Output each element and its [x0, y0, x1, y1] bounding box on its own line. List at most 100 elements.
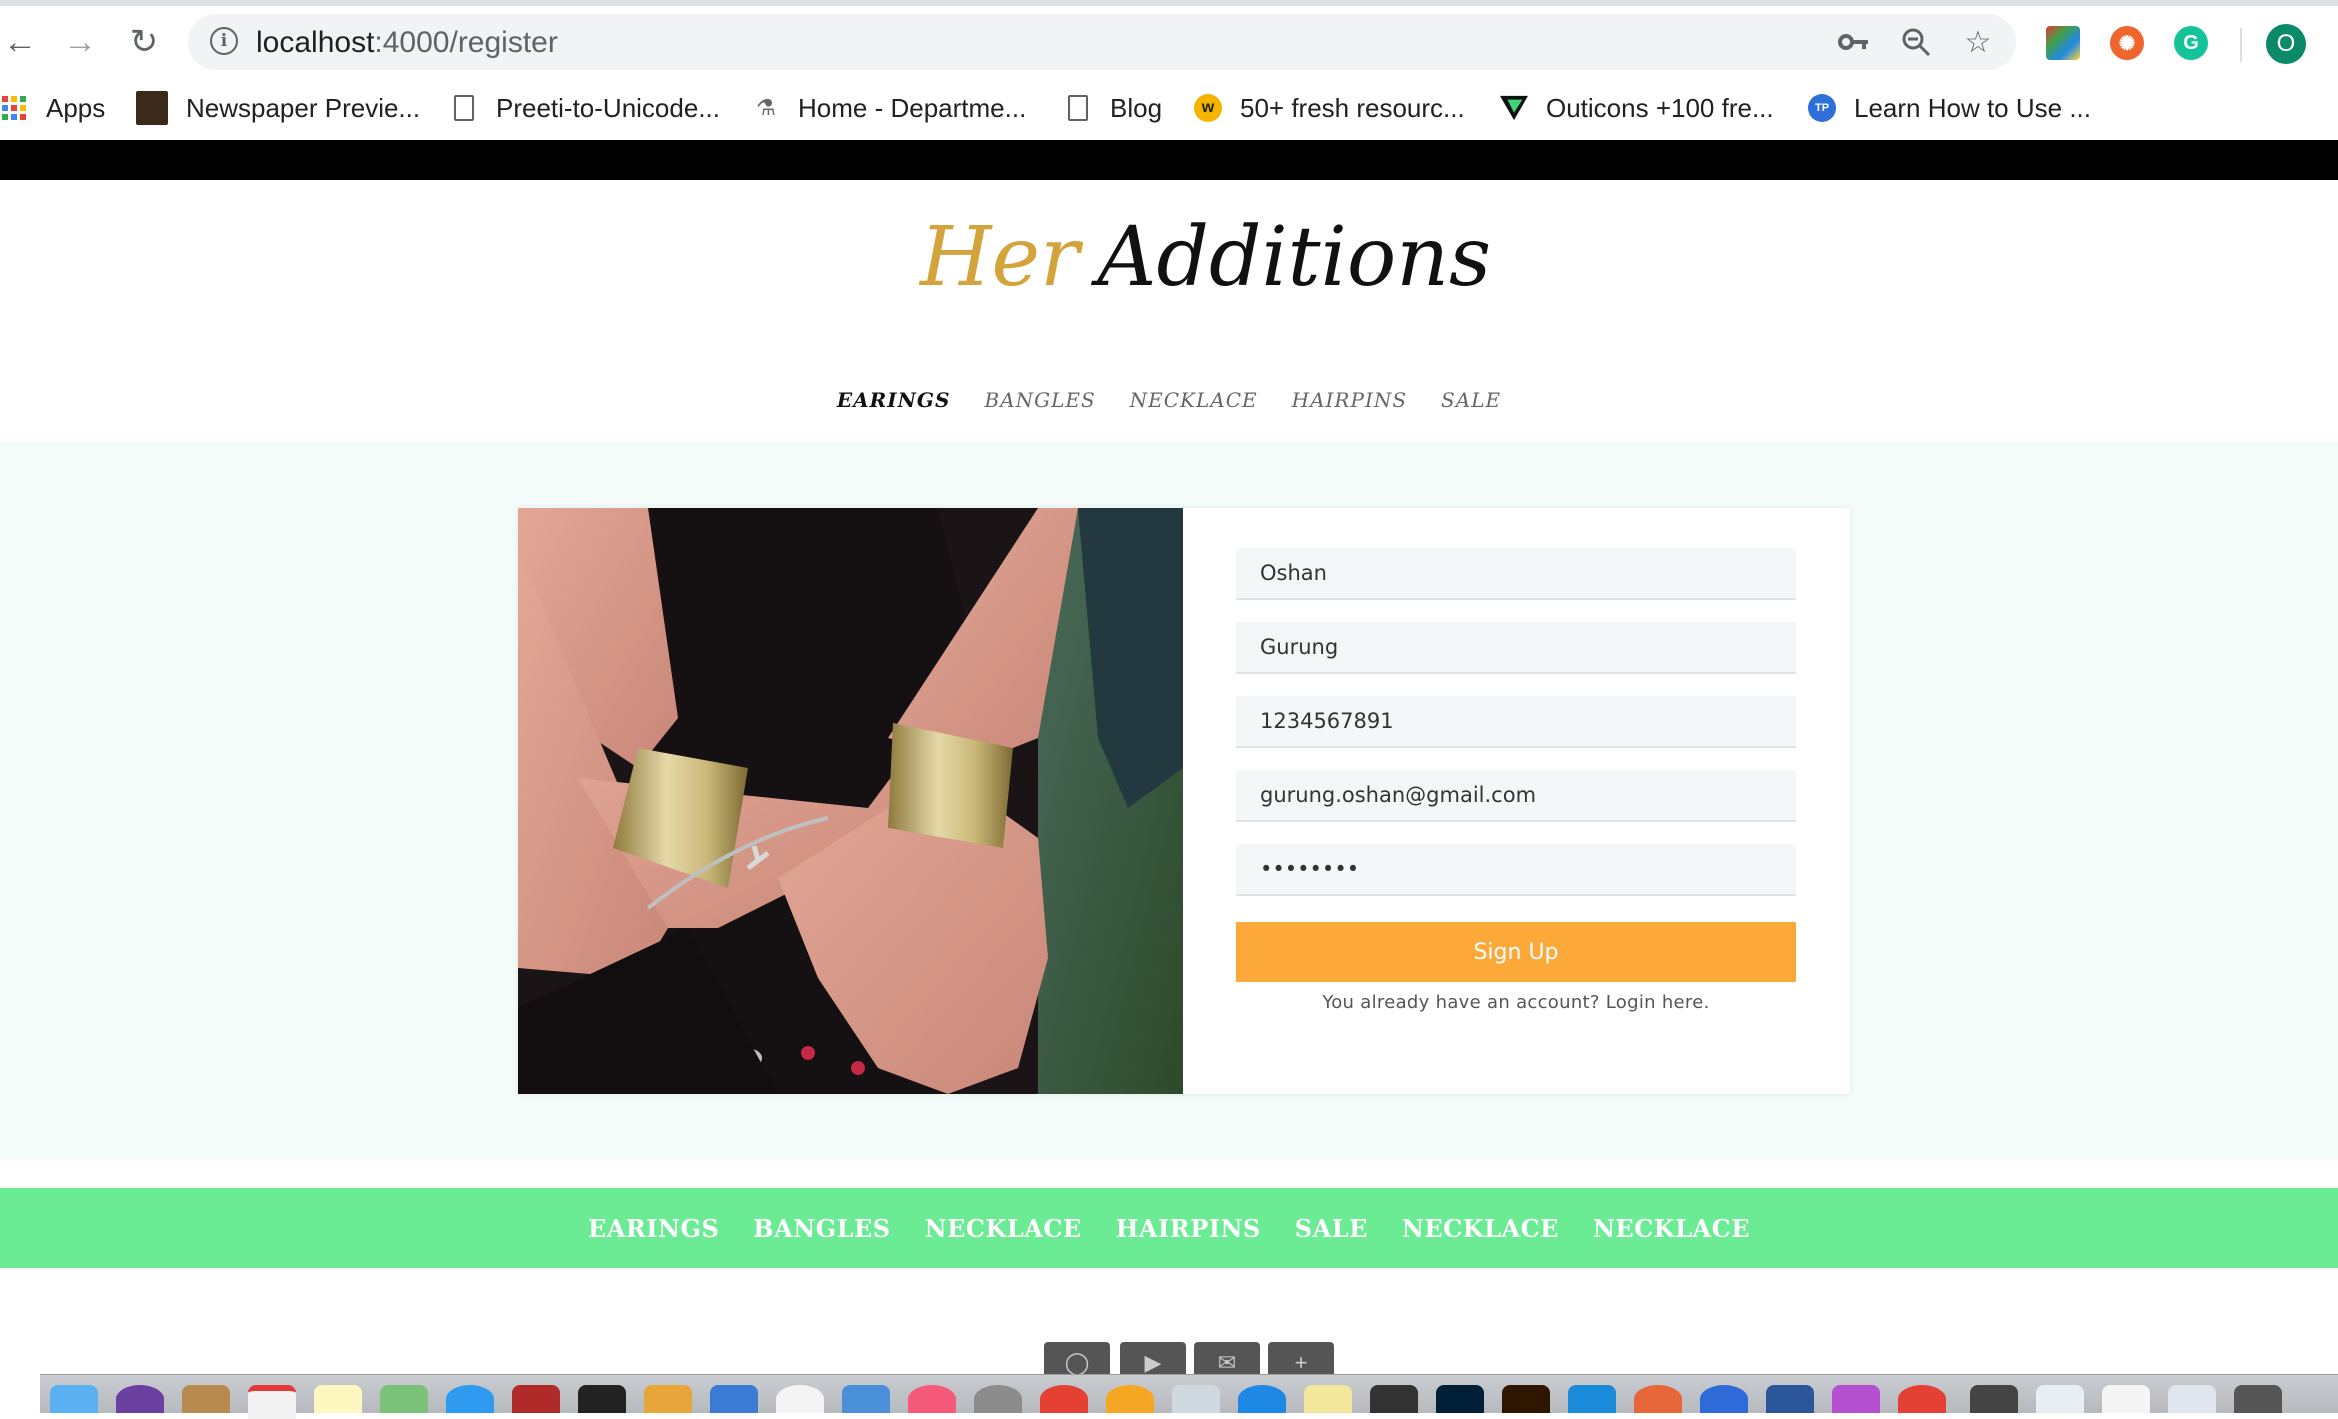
itunes-icon[interactable]: [908, 1385, 956, 1413]
footer-nav-earings[interactable]: EARINGS: [588, 1214, 719, 1243]
mail-app-icon[interactable]: [710, 1385, 758, 1413]
nav-earings[interactable]: EARINGS: [837, 388, 951, 412]
safari-icon[interactable]: [1238, 1385, 1286, 1413]
siri-icon[interactable]: [116, 1385, 164, 1413]
photos-icon[interactable]: [776, 1385, 824, 1413]
back-arrow-icon[interactable]: ←: [0, 22, 40, 62]
youtube-icon[interactable]: ▶: [1120, 1342, 1186, 1378]
nav-sale[interactable]: SALE: [1441, 388, 1501, 412]
minimized-window-3[interactable]: [2102, 1385, 2150, 1413]
postman-icon[interactable]: [1634, 1385, 1682, 1413]
minimized-window-4[interactable]: [2168, 1385, 2216, 1413]
bookmark-learn-how[interactable]: TP Learn How to Use ...: [1808, 88, 2091, 128]
nav-necklace[interactable]: NECKLACE: [1130, 388, 1258, 412]
finder-icon[interactable]: [50, 1385, 98, 1413]
calendar-icon[interactable]: [248, 1385, 296, 1419]
preview-icon[interactable]: [1172, 1385, 1220, 1413]
macos-dock: [40, 1374, 2338, 1419]
logo-additions: Additions: [1097, 210, 1492, 305]
key-icon[interactable]: [1836, 24, 1872, 60]
url-text[interactable]: localhost:4000/register: [256, 26, 558, 60]
minimized-window-2[interactable]: [2036, 1385, 2084, 1413]
photobooth-icon[interactable]: [512, 1385, 560, 1413]
minimized-window-1[interactable]: [1970, 1385, 2018, 1413]
profile-avatar[interactable]: O: [2266, 24, 2306, 64]
launchpad-icon[interactable]: [182, 1385, 230, 1413]
bookmark-home-department[interactable]: ⚗ Home - Departme...: [752, 88, 1026, 128]
reload-icon[interactable]: ↻: [124, 22, 164, 62]
appstore-icon[interactable]: [446, 1385, 494, 1413]
url-path: :4000/register: [374, 26, 558, 59]
bookmark-label: Apps: [46, 92, 106, 123]
last-name-input[interactable]: [1236, 622, 1796, 674]
maps-icon[interactable]: [380, 1385, 428, 1413]
nav-hairpins[interactable]: HAIRPINS: [1292, 388, 1407, 412]
bracelets-photo: [518, 508, 1183, 1094]
register-form: Sign Up You already have an account? Log…: [1236, 548, 1796, 1013]
forward-arrow-icon[interactable]: →: [60, 22, 100, 62]
illustrator-icon[interactable]: [1502, 1385, 1550, 1413]
atom-icon[interactable]: [1700, 1385, 1748, 1413]
webstorm-icon[interactable]: [1568, 1385, 1616, 1413]
bookmark-preeti[interactable]: Preeti-to-Unicode...: [450, 88, 720, 128]
login-link[interactable]: You already have an account? Login here.: [1236, 992, 1796, 1013]
mail-icon[interactable]: ✉: [1194, 1342, 1260, 1378]
extension-lifering-icon[interactable]: ✺: [2110, 26, 2144, 60]
bookmark-label: Preeti-to-Unicode...: [496, 92, 720, 123]
zoom-icon[interactable]: [1898, 24, 1934, 60]
bookmark-outicons[interactable]: Outicons +100 fre...: [1500, 88, 1774, 128]
first-name-input[interactable]: [1236, 548, 1796, 600]
app-purple-icon[interactable]: [1832, 1385, 1880, 1413]
browser-toolbar: ← → ↻ i localhost:4000/register ☆ ✺ G O: [0, 6, 2338, 80]
pages-icon[interactable]: [644, 1385, 692, 1413]
word-icon[interactable]: [1766, 1385, 1814, 1413]
email-input[interactable]: [1236, 770, 1796, 822]
grammarly-icon[interactable]: G: [2174, 26, 2208, 60]
document-icon: [450, 94, 478, 122]
department-icon: ⚗: [756, 95, 776, 120]
chrome-icon[interactable]: [1040, 1385, 1088, 1413]
terminal-icon[interactable]: [578, 1385, 626, 1413]
logo-her: Her: [920, 210, 1080, 305]
site-top-bar: [0, 140, 2338, 180]
document-icon: [1064, 94, 1092, 122]
bookmark-apps[interactable]: Apps: [2, 88, 105, 128]
bookmark-blog[interactable]: Blog: [1064, 88, 1162, 128]
outicons-icon: [1500, 94, 1528, 122]
minimized-window-5[interactable]: [2234, 1385, 2282, 1413]
register-card: Sign Up You already have an account? Log…: [518, 508, 1850, 1094]
notes-icon[interactable]: [314, 1385, 362, 1413]
plus-icon[interactable]: +: [1268, 1342, 1334, 1378]
bookmark-star-icon[interactable]: ☆: [1960, 24, 1996, 60]
chrome-canary-icon[interactable]: [1898, 1385, 1946, 1413]
bookmark-fresh-resources[interactable]: w 50+ fresh resourc...: [1194, 88, 1465, 128]
numbers-icon[interactable]: [842, 1385, 890, 1413]
extension-colorful-icon[interactable]: [2046, 26, 2080, 60]
stickies-icon[interactable]: [1304, 1385, 1352, 1413]
system-preferences-icon[interactable]: [974, 1385, 1022, 1413]
nav-bangles[interactable]: BANGLES: [984, 388, 1095, 412]
footer-nav-necklace-3[interactable]: NECKLACE: [1593, 1214, 1750, 1243]
ibooks-icon[interactable]: [1106, 1385, 1154, 1413]
bookmarks-bar: Apps Newspaper Previe... Preeti-to-Unico…: [0, 80, 2338, 140]
photoshop-icon[interactable]: [1436, 1385, 1484, 1413]
password-input[interactable]: [1236, 844, 1796, 896]
footer-nav-bangles[interactable]: BANGLES: [753, 1214, 890, 1243]
register-section: Sign Up You already have an account? Log…: [0, 442, 2338, 1160]
address-bar[interactable]: i localhost:4000/register ☆: [188, 14, 2016, 70]
sublime-icon[interactable]: [1370, 1385, 1418, 1413]
pinterest-icon[interactable]: ◯: [1044, 1342, 1110, 1378]
footer-nav-hairpins[interactable]: HAIRPINS: [1116, 1214, 1261, 1243]
site-info-icon[interactable]: i: [210, 27, 238, 55]
apps-grid-icon: [2, 96, 26, 120]
footer-nav-necklace[interactable]: NECKLACE: [925, 1214, 1082, 1243]
site-header: Her Additions EARINGS BANGLES NECKLACE HA…: [0, 180, 2338, 442]
bookmark-label: Learn How to Use ...: [1854, 92, 2091, 123]
sign-up-button[interactable]: Sign Up: [1236, 922, 1796, 982]
phone-input[interactable]: [1236, 696, 1796, 748]
footer-nav-sale[interactable]: SALE: [1295, 1214, 1368, 1243]
bookmark-newspaper[interactable]: Newspaper Previe...: [136, 88, 420, 128]
main-nav: EARINGS BANGLES NECKLACE HAIRPINS SALE: [0, 388, 2338, 412]
site-logo[interactable]: Her Additions: [920, 210, 1491, 330]
footer-nav-necklace-2[interactable]: NECKLACE: [1402, 1214, 1559, 1243]
